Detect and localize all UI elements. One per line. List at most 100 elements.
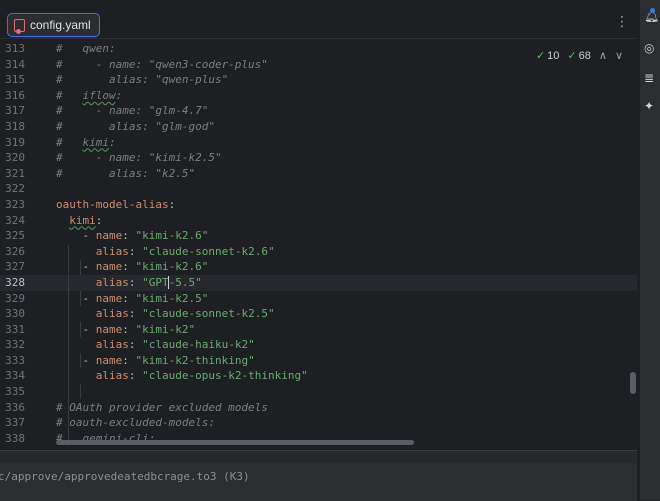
code-line[interactable]: 321 # alias: "k2.5" bbox=[0, 166, 637, 182]
code-token: "claude-opus-k2-thinking" bbox=[142, 369, 308, 383]
line-number: 318 bbox=[5, 119, 25, 133]
line-number: 322 bbox=[5, 182, 25, 196]
line-text: kimi: bbox=[56, 213, 102, 229]
line-number: 332 bbox=[5, 338, 25, 352]
code-line[interactable]: 331 - name: "kimi-k2" bbox=[0, 322, 637, 338]
code-token: alias bbox=[95, 307, 129, 321]
code-line[interactable]: 333 - name: "kimi-k2-thinking" bbox=[0, 353, 637, 369]
code-line[interactable]: 335 bbox=[0, 384, 637, 400]
code-token: - bbox=[56, 291, 96, 305]
line-text: # - name: "qwen3-coder-plus" bbox=[56, 57, 268, 73]
code-line-current[interactable]: 328 alias: "GPT-5.5" bbox=[0, 274, 637, 291]
indent-guide bbox=[80, 291, 81, 306]
line-text: alias: "claude-sonnet-k2.6" bbox=[56, 244, 275, 260]
horizontal-scrollbar[interactable] bbox=[56, 440, 414, 445]
code-token: "claude-sonnet-k2.5" bbox=[142, 307, 275, 321]
tab-label: config.yaml bbox=[30, 18, 91, 32]
database-icon[interactable]: ≣ bbox=[644, 72, 656, 84]
code-line[interactable]: 324 kimi: bbox=[0, 213, 637, 229]
line-text: # - name: "glm-4.7" bbox=[56, 103, 208, 119]
line-number: 330 bbox=[5, 307, 25, 321]
code-token: name bbox=[95, 322, 123, 336]
code-token: : bbox=[128, 275, 143, 289]
line-text: alias: "claude-sonnet-k2.5" bbox=[56, 306, 275, 322]
code-line[interactable]: 329 - name: "kimi-k2.5" bbox=[0, 291, 637, 307]
line-text: # - name: "kimi-k2.5" bbox=[56, 150, 222, 166]
code-token: iflow bbox=[82, 88, 116, 102]
line-number: 321 bbox=[5, 166, 25, 180]
code-line[interactable]: 337 # oauth-excluded-models: bbox=[0, 415, 637, 431]
panel-splitter[interactable] bbox=[0, 451, 637, 463]
line-number: 329 bbox=[5, 291, 25, 305]
line-text: alias: "claude-opus-k2-thinking" bbox=[56, 368, 308, 384]
more-vertical-icon[interactable]: ⋮ bbox=[615, 14, 629, 30]
code-line[interactable]: 317 # - name: "glm-4.7" bbox=[0, 103, 637, 119]
right-tool-strip: 🔔︎ ◎ ≣ ✦ bbox=[640, 0, 660, 500]
line-number: 337 bbox=[5, 416, 25, 430]
line-number: 315 bbox=[5, 73, 25, 87]
code-token: : bbox=[95, 213, 103, 227]
line-number: 331 bbox=[5, 322, 25, 336]
line-number: 335 bbox=[5, 385, 25, 399]
line-text: # alias: "k2.5" bbox=[56, 166, 195, 182]
code-token: : bbox=[128, 369, 143, 383]
line-number: 333 bbox=[5, 353, 25, 367]
code-line[interactable]: 323 oauth-model-alias: bbox=[0, 197, 637, 213]
line-text: # iflow: bbox=[56, 88, 122, 104]
code-token: name bbox=[95, 260, 123, 274]
code-line[interactable]: 330 alias: "claude-sonnet-k2.5" bbox=[0, 306, 637, 322]
code-line[interactable]: 326 alias: "claude-sonnet-k2.6" bbox=[0, 244, 637, 260]
code-line[interactable]: 314 # - name: "qwen3-coder-plus" bbox=[0, 57, 637, 73]
line-number: 327 bbox=[5, 260, 25, 274]
line-number: 320 bbox=[5, 151, 25, 165]
line-number: 324 bbox=[5, 213, 25, 227]
line-text: # alias: "qwen-plus" bbox=[56, 72, 228, 88]
code-token: name bbox=[95, 229, 123, 243]
code-token: kimi bbox=[82, 135, 110, 149]
code-line[interactable]: 318 # alias: "glm-god" bbox=[0, 119, 637, 135]
code-line[interactable]: 334 alias: "claude-opus-k2-thinking" bbox=[0, 368, 637, 384]
indent-guide bbox=[80, 353, 81, 368]
line-number: 326 bbox=[5, 244, 25, 258]
code-area[interactable]: 313 # qwen: 314 # - name: "qwen3-coder-plus… bbox=[0, 41, 637, 446]
code-line[interactable]: 319 # kimi: bbox=[0, 135, 637, 151]
line-text: alias: "claude-haiku-k2" bbox=[56, 337, 255, 353]
chat-bubble-icon[interactable]: ◎ bbox=[644, 42, 656, 54]
line-number: 336 bbox=[5, 400, 25, 414]
code-token: # bbox=[56, 42, 83, 55]
line-number: 313 bbox=[5, 42, 25, 55]
code-line[interactable]: 316 # iflow: bbox=[0, 88, 637, 104]
code-token: "kimi-k2-thinking" bbox=[135, 353, 255, 367]
indent-guide bbox=[80, 260, 81, 275]
code-token: alias bbox=[95, 275, 129, 289]
code-token: - bbox=[56, 260, 96, 274]
code-line[interactable]: 313 # qwen: bbox=[0, 41, 637, 57]
code-token: : bbox=[115, 88, 123, 102]
plugin-icon[interactable]: ✦ bbox=[644, 100, 656, 112]
vertical-scrollbar[interactable] bbox=[630, 372, 636, 394]
code-line[interactable]: 327 - name: "kimi-k2.6" bbox=[0, 259, 637, 275]
code-line[interactable]: 325 - name: "kimi-k2.6" bbox=[0, 228, 637, 244]
editor-pane: config.yaml ⋮ ✓ 10 ✓ 68 ∧ ∨ 313 # qwen: 314 #… bbox=[0, 8, 637, 446]
code-line[interactable]: 315 # alias: "qwen-plus" bbox=[0, 72, 637, 88]
tab-config-yaml[interactable]: config.yaml bbox=[7, 13, 100, 37]
code-token: # - name: "kimi-k2.5" bbox=[56, 151, 222, 165]
code-token: "claude-sonnet-k2.6" bbox=[142, 244, 275, 258]
code-token: : bbox=[128, 338, 143, 352]
notification-dot bbox=[650, 8, 655, 13]
terminal-output: c/approve/approvedeatedbcrage.to3 (K3) bbox=[0, 470, 250, 483]
line-text: # kimi: bbox=[56, 135, 116, 151]
code-line[interactable]: 336 # OAuth provider excluded models bbox=[0, 400, 637, 416]
line-text: # oauth-excluded-models: bbox=[56, 415, 215, 431]
code-token: name bbox=[95, 353, 123, 367]
terminal-panel: c/approve/approvedeatedbcrage.to3 (K3) bbox=[0, 450, 637, 501]
indent-guide bbox=[68, 245, 69, 446]
code-line[interactable]: 320 # - name: "kimi-k2.5" bbox=[0, 150, 637, 166]
code-line[interactable]: 322 bbox=[0, 181, 637, 197]
code-line[interactable]: 332 alias: "claude-haiku-k2" bbox=[0, 337, 637, 353]
